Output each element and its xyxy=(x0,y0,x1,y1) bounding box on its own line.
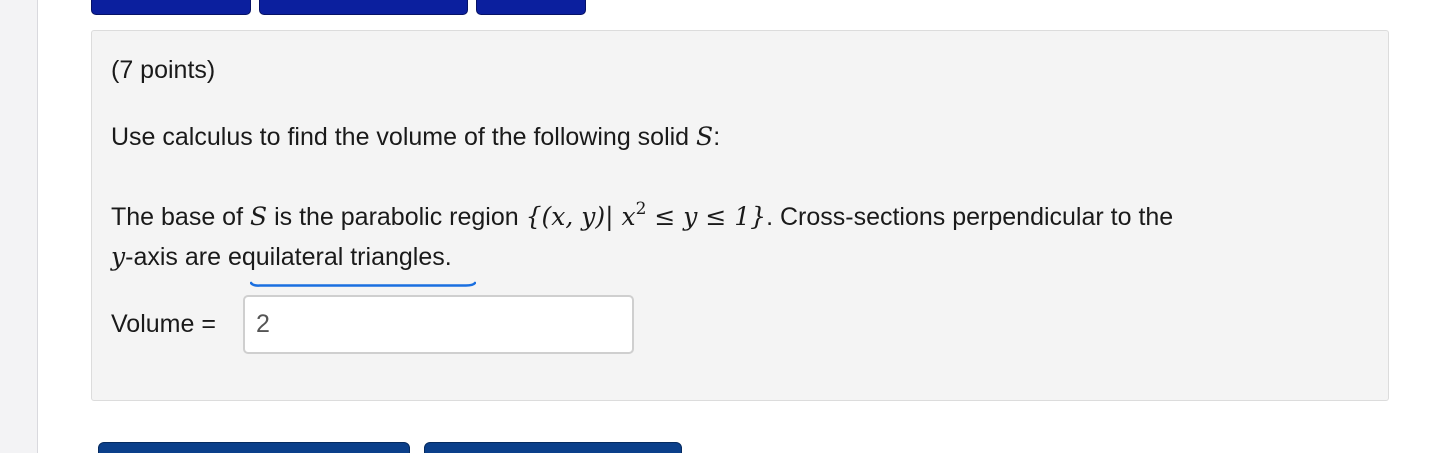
bottom-action-button-2[interactable] xyxy=(424,442,682,453)
desc-part2: is the parabolic region xyxy=(267,203,526,231)
spellcheck-phrase: equilateral triangles. xyxy=(227,237,476,287)
top-nav-button-2[interactable] xyxy=(259,0,468,15)
desc-part3: . Cross-sections perpendicular to the xyxy=(766,203,1174,231)
spellcheck-underline xyxy=(249,281,476,287)
problem-description: The base of S is the parabolic region {(… xyxy=(111,189,1361,287)
region-set-close: ≤ y ≤ 1} xyxy=(646,202,767,231)
region-set-exponent: 2 xyxy=(635,199,647,219)
volume-label: Volume = xyxy=(111,310,216,338)
prompt-var-s: S xyxy=(696,122,714,151)
top-nav-button-3[interactable] xyxy=(476,0,586,15)
desc-underlined-text: equilateral triangles. xyxy=(227,243,452,271)
prompt-end: : xyxy=(713,123,721,151)
desc-var-s: S xyxy=(249,202,268,231)
bottom-action-button-1[interactable] xyxy=(98,442,410,453)
volume-input[interactable] xyxy=(243,295,634,354)
desc-var-y: y xyxy=(111,242,126,271)
region-set-open: {(x, y)| x xyxy=(525,202,636,231)
top-nav-button-1[interactable] xyxy=(91,0,251,15)
desc-part4: -axis are xyxy=(125,243,228,271)
prompt-text: Use calculus to find the volume of the f… xyxy=(111,123,697,151)
left-sidebar-rail xyxy=(0,0,38,453)
problem-panel: (7 points) Use calculus to find the volu… xyxy=(91,30,1389,401)
problem-prompt: Use calculus to find the volume of the f… xyxy=(111,121,720,153)
desc-part1: The base of xyxy=(111,203,250,231)
points-label: (7 points) xyxy=(111,56,216,84)
page: (7 points) Use calculus to find the volu… xyxy=(0,0,1445,453)
